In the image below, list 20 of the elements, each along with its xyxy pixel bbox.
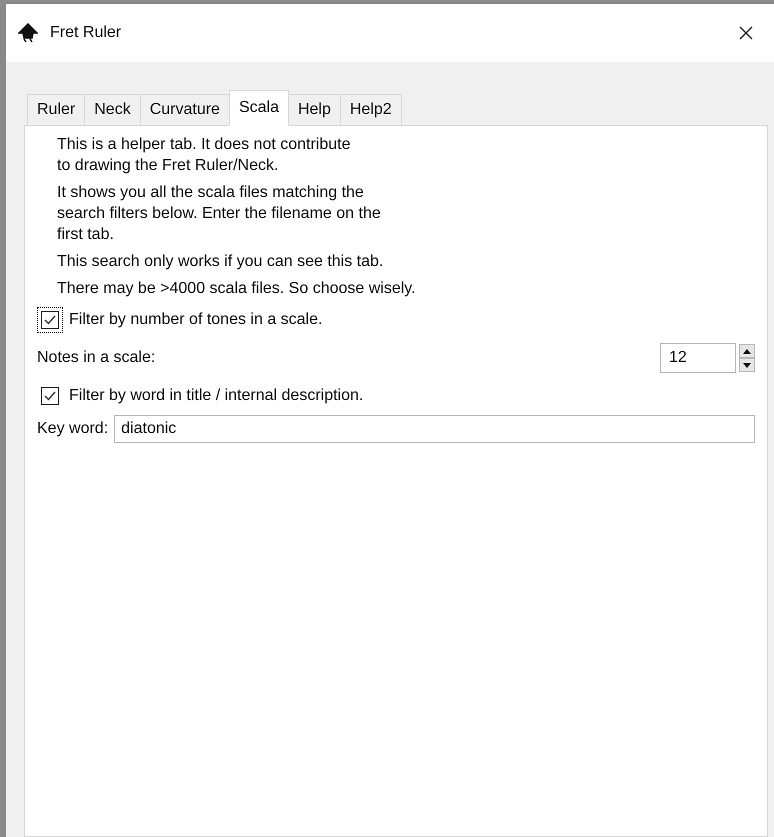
info-text: It shows you all the scala files matching the search filters below. Enter the filename on the first tab.: [57, 183, 382, 245]
window-title: Fret Ruler: [50, 23, 122, 43]
tab[interactable]: Scala: [228, 90, 289, 126]
app-logo-icon: [18, 23, 38, 43]
info-text: There may be >4000 scala files. So choose wisely.: [57, 279, 417, 299]
tab[interactable]: Ruler: [27, 94, 86, 126]
checkbox-label[interactable]: Filter by word in title / internal description.: [69, 384, 364, 408]
number-field[interactable]: 12: [660, 343, 736, 373]
spin-up-icon[interactable]: [739, 344, 755, 358]
close-icon: [738, 25, 754, 41]
field-label: Key word:: [37, 419, 108, 439]
checkbox-label[interactable]: Filter by number of tones in a scale.: [69, 308, 322, 332]
checkbox[interactable]: [37, 307, 63, 333]
info-text: This is a helper tab. It does not contribute to drawing the Fret Ruler/Neck.: [57, 135, 352, 176]
spin-down-icon[interactable]: [739, 358, 755, 372]
number-spinbox[interactable]: 12: [660, 343, 755, 373]
field-label: Notes in a scale:: [37, 348, 156, 368]
keyword-field[interactable]: diatonic: [114, 415, 755, 443]
tab[interactable]: Help2: [340, 94, 402, 126]
info-text: This search only works if you can see this tab.: [57, 252, 384, 272]
